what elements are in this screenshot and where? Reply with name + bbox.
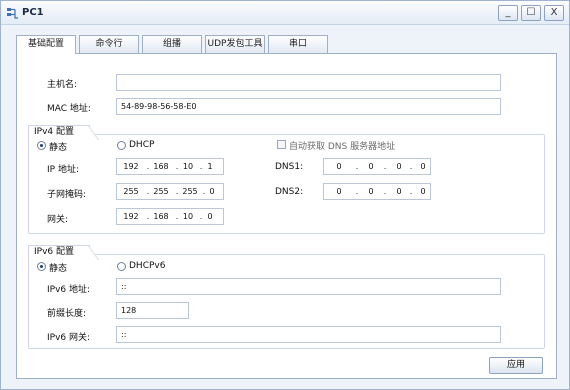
tab-command-line[interactable]: 命令行 bbox=[79, 35, 139, 53]
ip-dot: . bbox=[409, 187, 413, 196]
ipv6-static-radio[interactable] bbox=[37, 262, 46, 271]
mask-octet-1: 255 bbox=[123, 187, 139, 196]
window-title: PC1 bbox=[22, 7, 44, 18]
ip-octet-3: 10 bbox=[182, 162, 194, 171]
mac-label: MAC 地址: bbox=[47, 104, 91, 114]
ipv4-group-title: IPv4 配置 bbox=[28, 125, 90, 139]
dns2-octet-4: 0 bbox=[420, 187, 426, 196]
mask-octet-4: 0 bbox=[209, 187, 215, 196]
ipv6-group-title: IPv6 配置 bbox=[28, 245, 90, 259]
ipv4-static-label: 静态 bbox=[49, 143, 68, 153]
prefix-length-label: 前缀长度: bbox=[47, 309, 87, 319]
ipv6-address-input[interactable]: :: bbox=[116, 278, 501, 295]
hostname-label: 主机名: bbox=[47, 80, 78, 90]
dns2-octet-1: 0 bbox=[336, 187, 342, 196]
mac-address-field[interactable]: 54-89-98-56-58-E0 bbox=[116, 98, 501, 115]
apply-button[interactable]: 应用 bbox=[489, 357, 543, 374]
ip-dot: . bbox=[355, 187, 359, 196]
ip-octet-1: 192 bbox=[123, 162, 139, 171]
ipv6-gateway-label: IPv6 网关: bbox=[47, 333, 91, 343]
ip-dot: . bbox=[383, 187, 387, 196]
auto-dns-label: 自动获取 DNS 服务器地址 bbox=[289, 142, 396, 152]
maximize-button[interactable]: ☐ bbox=[521, 5, 541, 21]
tab-multicast[interactable]: 组播 bbox=[142, 35, 202, 53]
mask-octet-3: 255 bbox=[182, 187, 198, 196]
ip-address-label: IP 地址: bbox=[47, 165, 79, 175]
ipv4-static-radio[interactable] bbox=[37, 141, 46, 150]
pc-app-icon bbox=[7, 8, 18, 19]
dns2-input[interactable]: 0 . 0 . 0 . 0 bbox=[323, 183, 431, 200]
dns1-octet-4: 0 bbox=[420, 162, 426, 171]
ip-octet-2: 168 bbox=[153, 162, 169, 171]
dns1-octet-2: 0 bbox=[368, 162, 374, 171]
ip-address-input[interactable]: 192 . 168 . 10 . 1 bbox=[116, 158, 224, 175]
ipv6-dhcpv6-radio[interactable] bbox=[117, 262, 126, 271]
ipv4-dhcp-radio[interactable] bbox=[117, 141, 126, 150]
gw-octet-2: 168 bbox=[153, 212, 169, 221]
dns2-octet-3: 0 bbox=[396, 187, 402, 196]
gw-octet-3: 10 bbox=[182, 212, 194, 221]
title-bar[interactable]: PC1 _ ☐ X bbox=[1, 1, 569, 25]
tab-basic-config[interactable]: 基础配置 bbox=[16, 35, 76, 54]
ip-octet-4: 1 bbox=[207, 162, 213, 171]
dns2-label: DNS2: bbox=[275, 187, 304, 197]
gw-octet-1: 192 bbox=[123, 212, 139, 221]
ipv4-group bbox=[28, 134, 545, 234]
dns1-input[interactable]: 0 . 0 . 0 . 0 bbox=[323, 158, 431, 175]
ip-dot: . bbox=[383, 162, 387, 171]
ipv6-static-label: 静态 bbox=[49, 264, 68, 274]
hostname-input[interactable] bbox=[116, 74, 501, 91]
ipv6-gateway-input[interactable]: :: bbox=[116, 326, 501, 343]
subnet-mask-input[interactable]: 255 . 255 . 255 . 0 bbox=[116, 183, 224, 200]
gateway-input[interactable]: 192 . 168 . 10 . 0 bbox=[116, 208, 224, 225]
minimize-button[interactable]: _ bbox=[498, 5, 518, 21]
ip-dot: . bbox=[409, 162, 413, 171]
subnet-mask-label: 子网掩码: bbox=[47, 190, 87, 200]
ipv4-dhcp-label: DHCP bbox=[129, 140, 155, 150]
prefix-length-input[interactable]: 128 bbox=[116, 302, 189, 319]
pc1-config-window: PC1 _ ☐ X 基础配置 命令行 组播 UDP发包工具 串口 主机名: MA… bbox=[0, 0, 570, 390]
tab-udp-tool[interactable]: UDP发包工具 bbox=[205, 35, 265, 53]
dns1-label: DNS1: bbox=[275, 162, 304, 172]
close-button[interactable]: X bbox=[544, 5, 564, 21]
tab-serial[interactable]: 串口 bbox=[268, 35, 328, 53]
mask-octet-2: 255 bbox=[153, 187, 169, 196]
ipv6-dhcpv6-label: DHCPv6 bbox=[129, 261, 166, 271]
dns2-octet-2: 0 bbox=[368, 187, 374, 196]
auto-dns-checkbox[interactable] bbox=[277, 140, 286, 149]
ipv6-address-label: IPv6 地址: bbox=[47, 285, 91, 295]
gateway-label: 网关: bbox=[47, 215, 69, 225]
gw-octet-4: 0 bbox=[207, 212, 213, 221]
basic-config-panel: 主机名: MAC 地址: 54-89-98-56-58-E0 IPv4 配置 静… bbox=[16, 53, 557, 379]
ip-dot: . bbox=[355, 162, 359, 171]
dns1-octet-1: 0 bbox=[336, 162, 342, 171]
dns1-octet-3: 0 bbox=[396, 162, 402, 171]
